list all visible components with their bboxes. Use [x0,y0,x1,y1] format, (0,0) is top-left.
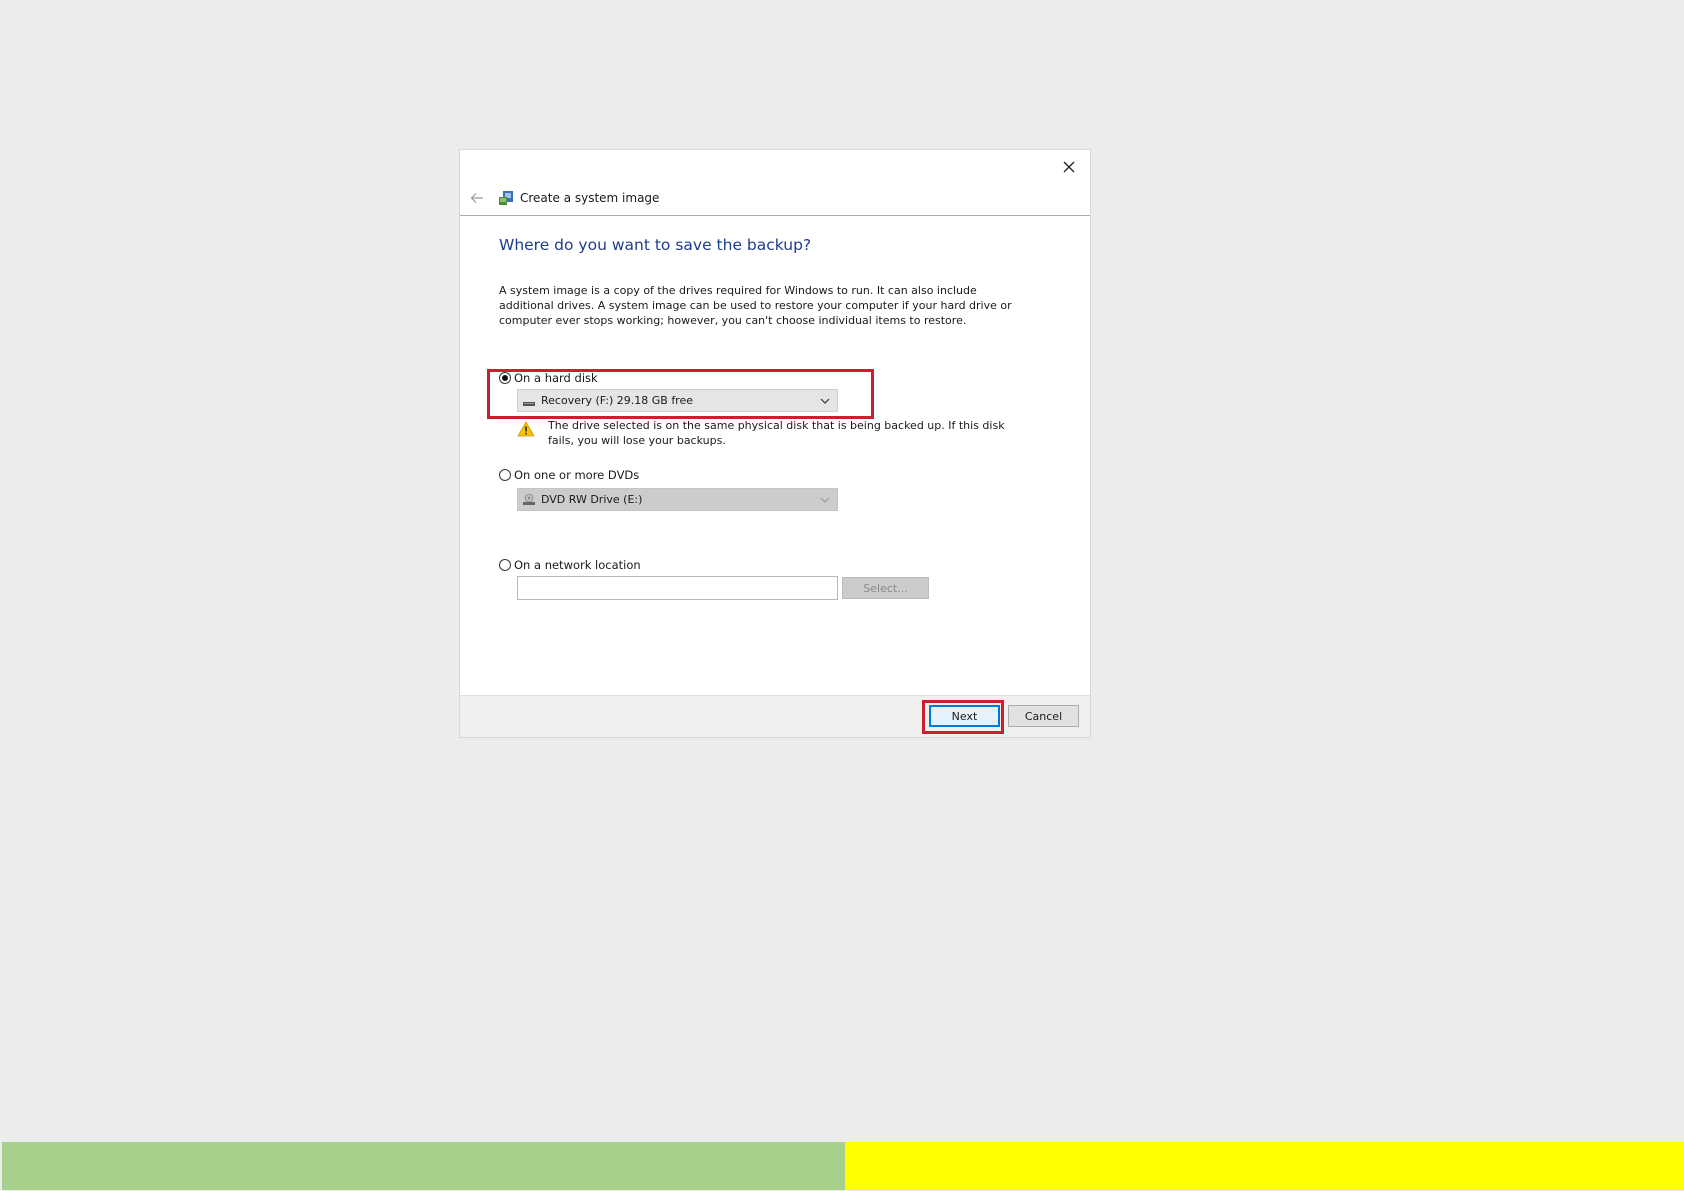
hard-disk-dropdown[interactable]: Recovery (F:) 29.18 GB free [517,389,838,412]
bottom-bar-yellow [845,1142,1684,1190]
close-icon [1063,161,1075,173]
radio-label-hard-disk: On a hard disk [514,371,598,385]
radio-button-network[interactable] [499,559,511,571]
radio-label-dvds: On one or more DVDs [514,468,640,482]
radio-label-network: On a network location [514,558,641,572]
bottom-bar-green [2,1142,845,1190]
page-heading: Where do you want to save the backup? [499,236,812,254]
system-image-icon [498,189,516,207]
chevron-down-icon [818,493,832,507]
close-button[interactable] [1054,154,1084,180]
hard-disk-dropdown-value: Recovery (F:) 29.18 GB free [541,394,694,407]
next-button[interactable]: Next [929,705,1000,727]
dialog-title: Create a system image [520,190,660,205]
radio-hard-disk[interactable]: On a hard disk [499,371,598,385]
warning-message: The drive selected is on the same physic… [548,419,1005,447]
description-text: A system image is a copy of the drives r… [499,284,1012,327]
radio-dvds[interactable]: On one or more DVDs [499,468,639,482]
select-button[interactable]: Select... [842,577,929,599]
radio-button-dvds[interactable] [499,469,511,481]
back-arrow-icon [470,192,483,203]
create-system-image-dialog: Create a system image Where do you want … [460,150,1090,737]
dvd-drive-icon [522,493,536,507]
dvd-dropdown-value: DVD RW Drive (E:) [541,493,643,506]
cancel-button[interactable]: Cancel [1008,705,1079,727]
warning-icon [517,421,535,437]
dvd-dropdown[interactable]: DVD RW Drive (E:) [517,488,838,511]
dialog-footer: Next Cancel [460,695,1090,737]
chevron-down-icon [818,394,832,408]
back-button[interactable] [464,185,490,211]
radio-network[interactable]: On a network location [499,558,641,572]
radio-button-hard-disk[interactable] [499,372,511,384]
hard-drive-icon [522,394,536,408]
network-path-input[interactable] [517,576,838,600]
title-bar: Create a system image [460,180,1090,216]
